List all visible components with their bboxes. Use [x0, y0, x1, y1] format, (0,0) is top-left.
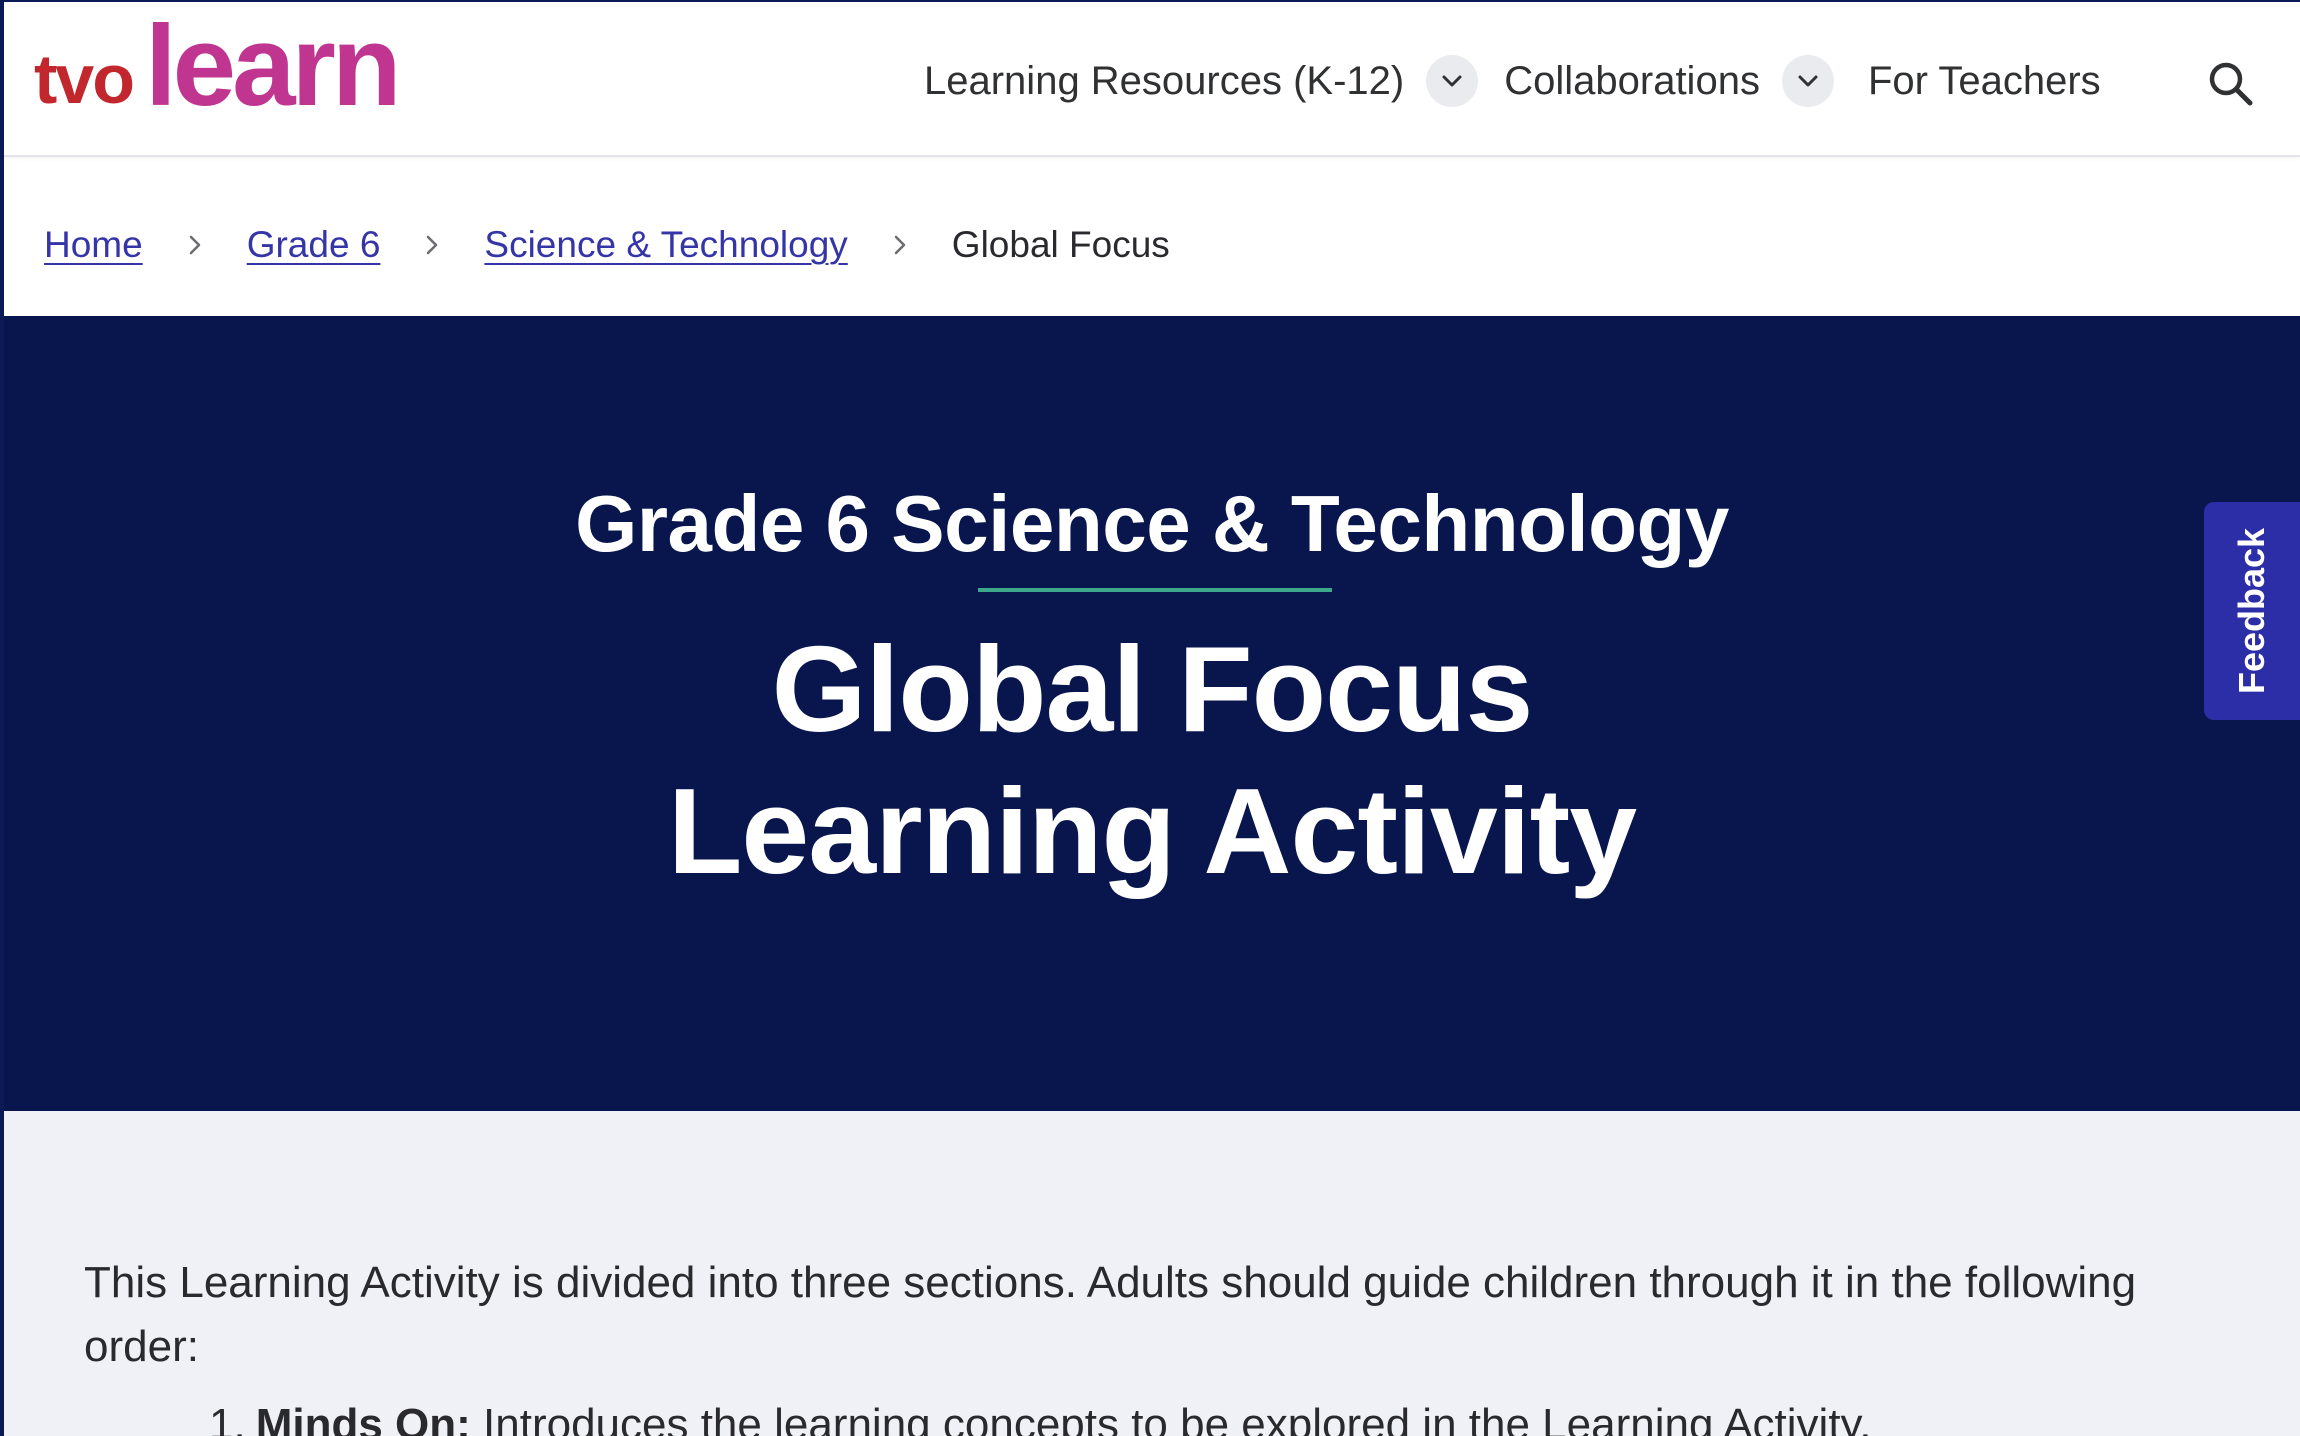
chevron-right-icon [143, 234, 247, 256]
nav-collaborations-label: Collaborations [1504, 58, 1760, 103]
list-item: 1. Minds On: Introduces the learning conc… [209, 1393, 2209, 1436]
nav-learning-resources-label: Learning Resources (K-12) [924, 58, 1405, 103]
hero-banner: Grade 6 Science & Technology Global Focu… [4, 316, 2300, 1111]
feedback-tab[interactable]: Feedback [2204, 502, 2300, 720]
nav-for-teachers-label: For Teachers [1867, 58, 2101, 103]
breadcrumb-home[interactable]: Home [44, 224, 143, 266]
hero-subject: Grade 6 Science & Technology [575, 479, 1729, 568]
breadcrumb-grade-6[interactable]: Grade 6 [247, 224, 381, 266]
feedback-label: Feedback [2231, 527, 2273, 695]
breadcrumb-current: Global Focus [951, 224, 1170, 265]
nav-for-teachers[interactable]: For Teachers [1868, 59, 2101, 104]
main-content: This Learning Activity is divided into t… [4, 1111, 2300, 1436]
list-item-term: Minds On: [255, 1400, 471, 1436]
page-title-line-2: Learning Activity [667, 763, 1637, 899]
section-list: 1. Minds On: Introduces the learning conc… [209, 1393, 2209, 1436]
breadcrumb-science-technology[interactable]: Science & Technology [484, 224, 847, 266]
page-title-line-1: Global Focus [771, 621, 1534, 757]
intro-paragraph: This Learning Activity is divided into t… [84, 1258, 2137, 1371]
page: tvo learn Learning Resources (K-12) Coll… [0, 0, 2300, 1436]
nav-collaborations[interactable]: Collaborations [1504, 55, 1834, 107]
search-icon[interactable] [2207, 60, 2255, 108]
nav-learning-resources[interactable]: Learning Resources (K-12) [924, 55, 1479, 107]
hero-divider [978, 588, 1332, 592]
list-item-number: 1. [209, 1400, 246, 1436]
logo-learn-text: learn [145, 2, 401, 130]
chevron-right-icon [848, 234, 952, 256]
breadcrumb: Home Grade 6 Science & Technology Global… [44, 224, 1170, 266]
tvo-learn-logo[interactable]: tvo learn [34, 2, 401, 130]
chevron-right-icon [380, 234, 484, 256]
logo-tvo-text: tvo [34, 40, 135, 118]
chevron-down-icon[interactable] [1781, 55, 1834, 107]
site-header: tvo learn Learning Resources (K-12) Coll… [4, 2, 2300, 157]
chevron-down-icon[interactable] [1426, 55, 1479, 107]
page-title: Global Focus Learning Activity [4, 618, 2300, 902]
list-item-text: Introduces the learning concepts to be e… [470, 1400, 1872, 1436]
main-nav: Learning Resources (K-12) Collaborations… [924, 46, 2101, 116]
